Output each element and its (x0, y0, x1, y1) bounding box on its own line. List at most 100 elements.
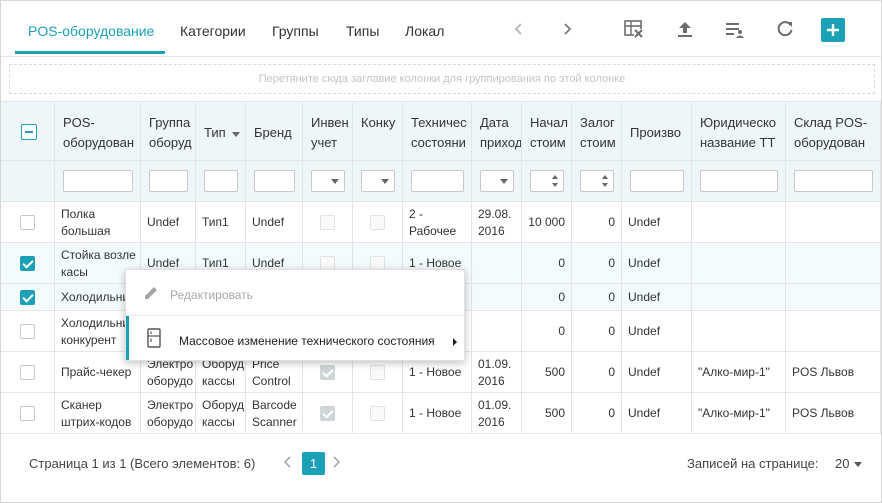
column-header-12[interactable]: Склад POS-оборудован (786, 102, 881, 162)
column-chooser-icon[interactable] (723, 17, 747, 41)
cell-value-line2: Рабочее (409, 224, 457, 238)
filter-input[interactable] (630, 170, 684, 192)
cell-value: "Алко-мир-1" (698, 365, 770, 379)
column-header-11[interactable]: Юридическо название ТТ (692, 102, 786, 162)
column-header-label: Группа (149, 115, 191, 130)
menu-item-mass-state-change[interactable]: Массовое изменение технического состояни… (126, 316, 464, 360)
column-header-8[interactable]: Начал стоим (522, 102, 572, 162)
filter-input[interactable] (254, 170, 295, 192)
column-header-7[interactable]: Дата приход (472, 102, 522, 162)
filter-input[interactable] (411, 170, 464, 192)
chevron-left-icon[interactable] (507, 17, 531, 41)
group-panel[interactable]: Перетяните сюда заглавие колонки для гру… (9, 64, 875, 94)
cell-value: 0 (558, 290, 565, 304)
filter-cell-8 (522, 161, 572, 201)
row-checkbox[interactable] (20, 290, 35, 305)
row-checkbox[interactable] (20, 324, 35, 339)
filter-input[interactable] (700, 170, 778, 192)
clear-filter-icon[interactable] (622, 17, 646, 41)
cell-value: 0 (608, 365, 615, 379)
column-header-label: приход (480, 135, 522, 150)
filter-number-input[interactable] (580, 170, 614, 192)
column-header-4[interactable]: Инвен учет (303, 102, 353, 162)
cell-value: 2 - (409, 207, 424, 221)
row-checkbox[interactable] (20, 365, 35, 380)
filter-dropdown[interactable] (480, 170, 514, 192)
column-header-10[interactable]: Произво (622, 102, 692, 162)
column-header-5[interactable]: Конку (353, 102, 403, 162)
column-header-1[interactable]: Группа оборуд (141, 102, 196, 162)
cell-value: Электро (147, 398, 194, 412)
submenu-arrow-icon (452, 335, 458, 349)
readonly-checkbox (370, 215, 385, 230)
tab-locations-label: Локал (405, 23, 445, 39)
readonly-checkbox (320, 215, 335, 230)
filter-number-input[interactable] (530, 170, 564, 192)
column-header-2[interactable]: Тип (196, 102, 246, 162)
row-select-cell (1, 393, 55, 433)
column-header-label: Бренд (254, 125, 292, 140)
tab-categories[interactable]: Категории (180, 23, 246, 39)
table-cell: 2 - Рабочее (403, 202, 472, 242)
filter-input[interactable] (149, 170, 188, 192)
page-size-select[interactable]: 20 (835, 456, 849, 471)
cell-value: POS Львов (792, 365, 855, 379)
menu-item-edit[interactable]: Редактировать (126, 270, 464, 316)
cell-value: Undef (628, 365, 661, 379)
menu-item-mass-state-change-label: Массовое изменение технического состояни… (179, 334, 435, 348)
tab-groups[interactable]: Группы (272, 23, 319, 39)
row-select-cell (1, 311, 55, 351)
tab-locations[interactable]: Локал (401, 19, 445, 45)
cell-value: Прайс-чекер (61, 365, 132, 379)
column-header-6[interactable]: Техничес состояни (403, 102, 472, 162)
spin-arrows-icon (601, 174, 609, 191)
tab-types[interactable]: Типы (346, 23, 379, 39)
table-cell (786, 202, 881, 242)
column-header-label: Начал (530, 115, 568, 130)
select-all-checkbox[interactable] (21, 124, 37, 140)
chevron-down-icon[interactable] (854, 462, 862, 467)
row-checkbox[interactable] (20, 215, 35, 230)
cell-value: Undef (147, 215, 180, 229)
filter-dropdown[interactable] (361, 170, 395, 192)
table-cell: 0 (572, 393, 622, 433)
refresh-icon[interactable] (773, 17, 797, 41)
tab-pos-equipment[interactable]: POS-оборудование (28, 23, 154, 39)
cell-value-line2: касы (61, 265, 88, 279)
column-header-0[interactable]: POS-оборудован (55, 102, 141, 162)
table-cell: Undef (246, 202, 303, 242)
table-cell: Undef (622, 284, 692, 310)
cell-value: 0 (558, 324, 565, 338)
spin-arrows-icon (551, 174, 559, 191)
filter-input[interactable] (63, 170, 133, 192)
add-button[interactable] (821, 18, 845, 42)
chevron-right-icon (333, 456, 341, 468)
table-cell: Undef (141, 202, 196, 242)
column-header-9[interactable]: Залог стоим (572, 102, 622, 162)
readonly-checkbox (370, 365, 385, 380)
filter-input[interactable] (794, 170, 873, 192)
table-row[interactable]: Сканер штрих-кодов Электро оборудо Оборуд кас… (1, 393, 881, 434)
row-checkbox[interactable] (20, 256, 35, 271)
page-1-button[interactable]: 1 (302, 452, 325, 475)
table-cell: 1 - Новое (403, 393, 472, 433)
filter-cell-12 (786, 161, 881, 201)
prev-page-button[interactable] (283, 455, 293, 472)
upload-icon[interactable] (673, 17, 697, 41)
cell-value: Undef (252, 215, 285, 229)
column-header-label: Произво (630, 125, 682, 140)
filter-input[interactable] (204, 170, 238, 192)
chevron-right-icon[interactable] (555, 17, 579, 41)
cell-value: 0 (608, 406, 615, 420)
column-header-label: название ТТ (700, 135, 776, 150)
next-page-button[interactable] (331, 455, 341, 472)
cell-value: 500 (544, 406, 565, 420)
table-cell: POS Львов (786, 393, 881, 433)
table-row[interactable]: Полка большая Undef Тип1 Undef 2 - Рабочее 29.0… (1, 202, 881, 243)
filter-dropdown[interactable] (311, 170, 345, 192)
column-header-3[interactable]: Бренд (246, 102, 303, 162)
row-select-cell (1, 243, 55, 283)
cell-value: Оборуд (202, 398, 245, 412)
row-checkbox[interactable] (20, 406, 35, 421)
column-header-label: Юридическо (700, 115, 777, 130)
